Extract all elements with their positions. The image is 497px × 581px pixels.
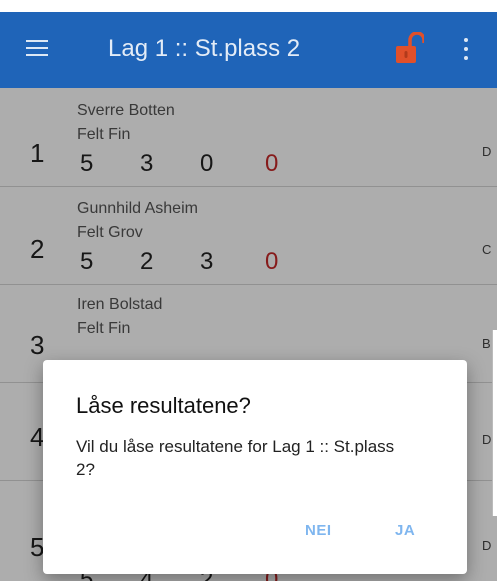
hamburger-menu-icon[interactable] [26, 40, 48, 58]
unlocked-padlock-icon[interactable] [394, 32, 424, 66]
screen: Lag 1 :: St.plass 2 1 Sverre Botten Felt… [0, 0, 497, 581]
page-title: Lag 1 :: St.plass 2 [108, 35, 301, 62]
app-bar: Lag 1 :: St.plass 2 [0, 12, 497, 88]
dialog-message: Vil du låse resultatene for Lag 1 :: St.… [76, 437, 395, 479]
no-button[interactable]: NEI [305, 522, 332, 539]
more-options-icon[interactable] [463, 38, 469, 62]
confirm-lock-dialog: Låse resultatene? Vil du låse resultaten… [43, 360, 467, 574]
yes-button[interactable]: JA [395, 522, 415, 539]
side-panel-edge [492, 330, 497, 516]
dialog-title: Låse resultatene? [76, 393, 251, 418]
